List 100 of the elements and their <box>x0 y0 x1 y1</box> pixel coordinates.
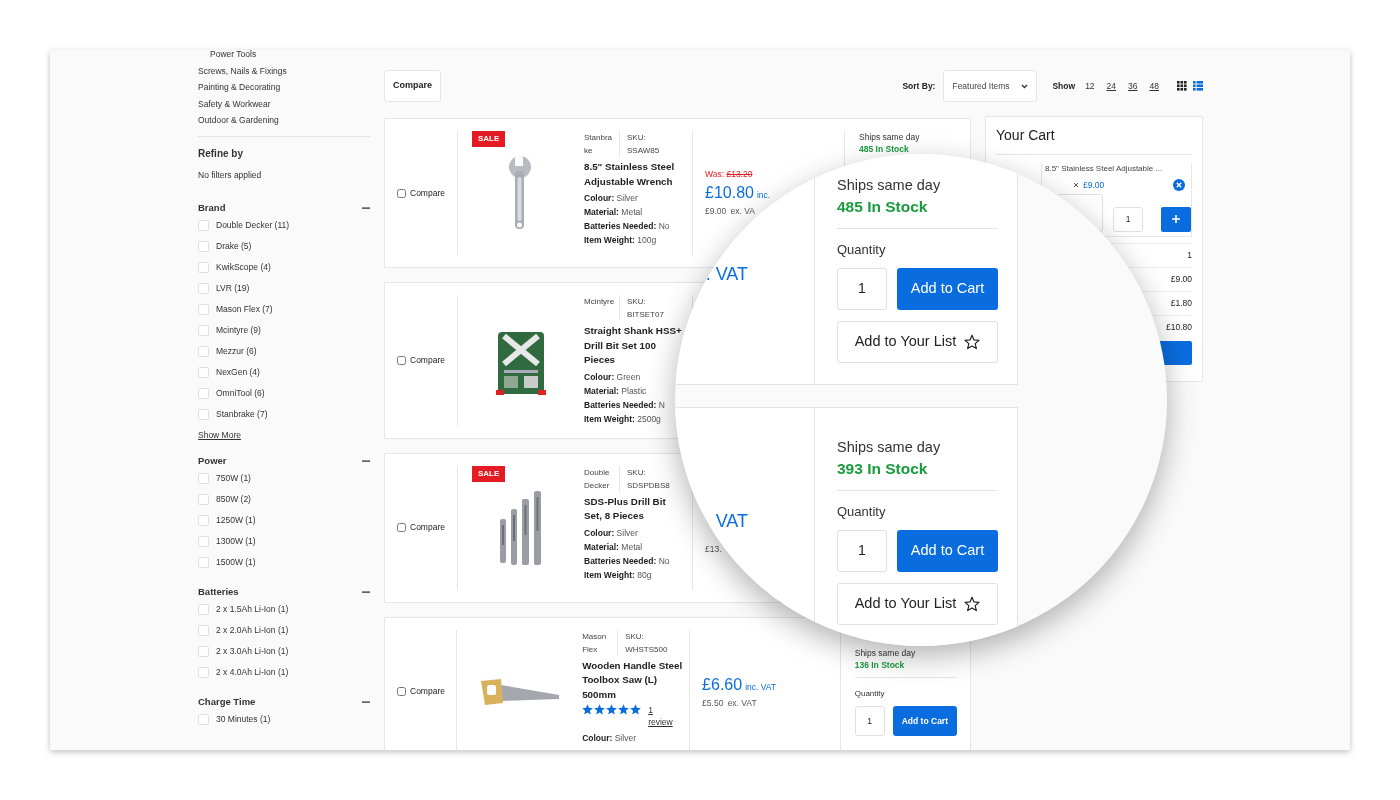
filter-option-label: 2 x 4.0Ah Li-Ion (1) <box>216 666 289 679</box>
sku-text: SKU: WHSTS500 <box>624 630 669 656</box>
compare-button[interactable]: Compare <box>384 70 441 102</box>
checkbox[interactable] <box>198 241 209 253</box>
product-attribute: Batteries Needed: N <box>584 398 666 412</box>
vat-label: . VAT <box>705 264 748 284</box>
compare-checkbox[interactable] <box>397 188 406 198</box>
refine-title: Refine by <box>198 146 244 161</box>
quantity-field[interactable]: 1 <box>1113 206 1143 232</box>
compare-checkbox[interactable] <box>397 687 406 696</box>
product-attribute: Batteries Needed: No <box>584 554 671 568</box>
star-icon <box>606 704 618 715</box>
facet-title: Brand <box>198 201 226 216</box>
checkbox[interactable] <box>198 409 209 421</box>
filter-option-label: LVR (19) <box>216 282 250 296</box>
page-size-link[interactable]: 48 <box>1149 79 1159 93</box>
star-icon <box>582 704 594 715</box>
checkbox[interactable] <box>198 304 209 316</box>
filter-option-label: OmniTool (6) <box>216 387 265 401</box>
filter-option-label: NexGen (4) <box>216 366 260 380</box>
filter-option-label: 2 x 3.0Ah Li-Ion (1) <box>216 645 289 658</box>
multiply-icon <box>1073 182 1079 189</box>
grid-view-icon[interactable] <box>1177 81 1187 91</box>
product-attribute: Colour: Silver <box>582 732 637 745</box>
stock-count: 485 In Stock <box>837 197 929 217</box>
checkbox[interactable] <box>198 262 209 274</box>
checkbox[interactable] <box>198 367 209 379</box>
checkbox[interactable] <box>198 667 209 678</box>
checkbox[interactable] <box>198 557 209 568</box>
page-size-link[interactable]: 36 <box>1128 79 1138 93</box>
add-to-cart-button[interactable]: Add to Cart <box>897 267 998 310</box>
category-link[interactable]: Painting & Decorating <box>198 79 370 96</box>
checkbox[interactable] <box>198 346 209 358</box>
category-link[interactable]: Safety & Workwear <box>198 95 370 112</box>
facet-title: Power <box>198 453 227 468</box>
product-attribute: Colour: Green <box>584 370 642 384</box>
add-to-list-button[interactable]: Add to Your List <box>837 582 998 625</box>
price: £10.80 <box>705 184 754 201</box>
sort-select[interactable]: Featured Items <box>943 70 1038 102</box>
remove-icon[interactable] <box>1173 179 1185 192</box>
quantity-field[interactable]: 1 <box>837 529 887 572</box>
checkbox[interactable] <box>198 515 209 526</box>
quantity-field[interactable]: 1 <box>854 706 885 736</box>
checkbox[interactable] <box>198 646 209 657</box>
compare-checkbox[interactable] <box>397 523 406 532</box>
ex-vat-price: £13. <box>705 543 723 556</box>
star-icon <box>618 704 630 715</box>
compare-label: Compare <box>410 353 445 367</box>
checkbox[interactable] <box>198 604 209 615</box>
vat-label: inc. <box>756 190 771 200</box>
plus-icon <box>1172 215 1180 224</box>
brand-name: Double Decker <box>584 465 620 492</box>
filter-option-label: KwikScope (4) <box>216 261 271 275</box>
page-size-link[interactable]: 24 <box>1106 79 1117 93</box>
list-view-icon[interactable] <box>1193 81 1203 91</box>
sort-label: Sort By: <box>902 79 936 93</box>
show-more-link[interactable]: Show More <box>198 429 241 442</box>
filter-option-label: 750W (1) <box>216 472 251 485</box>
compare-checkbox[interactable] <box>397 355 406 365</box>
ex-vat-price: £5.50 ex. VAT <box>702 697 758 710</box>
checkbox[interactable] <box>198 494 209 505</box>
compare-label: Compare <box>410 186 445 200</box>
checkbox[interactable] <box>198 536 209 547</box>
review-link[interactable]: 1 review <box>648 704 677 728</box>
filter-option-label: 1250W (1) <box>216 514 256 527</box>
filter-option-label: Double Decker (11) <box>216 219 290 233</box>
stock-count: 393 In Stock <box>837 459 929 479</box>
filter-option-label: Mcintyre (9) <box>216 324 261 338</box>
increase-quantity-button[interactable] <box>1161 206 1191 232</box>
star-outline-icon <box>964 595 981 612</box>
star-icon <box>594 704 606 715</box>
add-to-cart-button[interactable]: Add to Cart <box>897 529 998 572</box>
filter-option-label: 2 x 1.5Ah Li-Ion (1) <box>216 603 289 616</box>
category-link[interactable]: Outdoor & Gardening <box>198 112 370 129</box>
chevron-down-icon <box>1021 83 1029 89</box>
checkbox[interactable] <box>198 220 209 232</box>
product-attribute: Batteries Needed: No <box>584 220 671 233</box>
checkbox[interactable] <box>198 473 209 484</box>
facet-title: Charge Time <box>198 694 256 709</box>
checkbox[interactable] <box>198 388 209 400</box>
product-name[interactable]: Wooden Handle Steel Toolbox Saw (L) 500mm <box>582 658 684 702</box>
facet-title: Batteries <box>198 584 239 599</box>
category-link[interactable]: Power Tools <box>198 50 370 63</box>
cart-item-name: 8.5" Stainless Steel Adjustable ... <box>1045 163 1164 175</box>
product-attribute: Item Weight: 100g <box>584 234 658 247</box>
stock-count: 485 In Stock <box>859 143 910 155</box>
filter-option-label: 30 Minutes (1) <box>216 713 271 726</box>
checkbox[interactable] <box>198 625 209 636</box>
category-link[interactable]: Screws, Nails & Fixings <box>198 62 370 79</box>
add-to-list-button[interactable]: Add to Your List <box>837 320 998 363</box>
checkbox[interactable] <box>198 325 209 337</box>
add-to-cart-button[interactable]: Add to Cart <box>892 706 957 736</box>
sale-badge: SALE <box>472 131 506 147</box>
price: £6.60 <box>702 676 743 694</box>
checkbox[interactable] <box>198 283 209 295</box>
quantity-field[interactable]: 1 <box>837 267 887 310</box>
page-size-link[interactable]: 12 <box>1085 79 1095 93</box>
filter-option-label: Stanbrake (7) <box>216 408 268 422</box>
checkbox[interactable] <box>198 714 209 725</box>
product-attribute: Material: Plastic <box>584 384 648 398</box>
